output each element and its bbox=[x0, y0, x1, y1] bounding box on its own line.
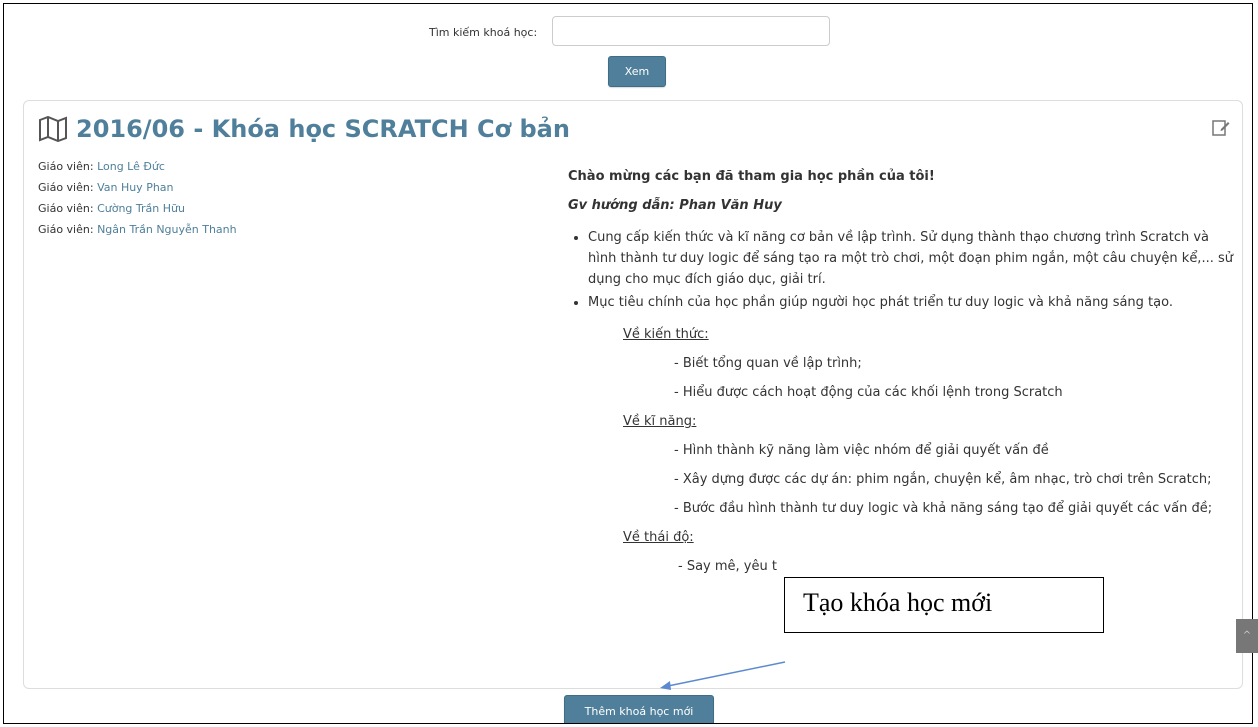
search-input[interactable] bbox=[552, 16, 830, 46]
course-title[interactable]: 2016/06 - Khóa học SCRATCH Cơ bản bbox=[76, 115, 570, 143]
teacher-link[interactable]: Cường Trần Hữu bbox=[97, 202, 185, 215]
list-item: - Hiểu được cách hoạt động của các khối … bbox=[674, 385, 1063, 400]
teacher-link[interactable]: Van Huy Phan bbox=[97, 181, 173, 194]
course-title-row[interactable]: 2016/06 - Khóa học SCRATCH Cơ bản bbox=[38, 115, 570, 143]
list-item: - Xây dựng được các dự án: phim ngắn, ch… bbox=[674, 472, 1212, 487]
callout-label: Tạo khóa học mới bbox=[784, 577, 1104, 633]
welcome-text: Chào mừng các bạn đã tham gia học phần c… bbox=[568, 169, 935, 184]
edit-icon[interactable] bbox=[1212, 119, 1230, 137]
teacher-role: Giáo viên: bbox=[38, 181, 94, 194]
objective-list: Cung cấp kiến thức và kĩ năng cơ bản về … bbox=[568, 227, 1238, 313]
teacher-row: Giáo viên: Ngân Trần Nguyễn Thanh bbox=[38, 219, 237, 240]
knowledge-heading: Về kiến thức: bbox=[623, 327, 709, 342]
teacher-row: Giáo viên: Van Huy Phan bbox=[38, 177, 237, 198]
list-item: - Bước đầu hình thành tư duy logic và kh… bbox=[674, 501, 1213, 516]
search-label: Tìm kiếm khoá học: bbox=[429, 26, 538, 39]
teacher-link[interactable]: Long Lê Đức bbox=[97, 160, 165, 173]
teacher-row: Giáo viên: Cường Trần Hữu bbox=[38, 198, 237, 219]
list-item: Cung cấp kiến thức và kĩ năng cơ bản về … bbox=[588, 227, 1238, 290]
teacher-role: Giáo viên: bbox=[38, 202, 94, 215]
list-item: - Hình thành kỹ năng làm việc nhóm để gi… bbox=[674, 443, 1049, 458]
map-icon bbox=[39, 116, 67, 142]
course-summary: Chào mừng các bạn đã tham gia học phần c… bbox=[568, 161, 1238, 574]
teacher-row: Giáo viên: Long Lê Đức bbox=[38, 156, 237, 177]
teacher-link[interactable]: Ngân Trần Nguyễn Thanh bbox=[97, 223, 237, 236]
list-item: Mục tiêu chính của học phần giúp người h… bbox=[588, 292, 1238, 313]
skills-heading: Về kĩ năng: bbox=[623, 414, 697, 429]
scroll-top-icon[interactable]: ^ bbox=[1236, 619, 1258, 653]
list-item: - Say mê, yêu t bbox=[678, 559, 777, 574]
list-item: - Biết tổng quan về lập trình; bbox=[674, 356, 862, 371]
teacher-role: Giáo viên: bbox=[38, 160, 94, 173]
view-button[interactable]: Xem bbox=[608, 56, 666, 87]
attitude-heading: Về thái độ: bbox=[623, 530, 694, 545]
teacher-list: Giáo viên: Long Lê Đức Giáo viên: Van Hu… bbox=[38, 156, 237, 240]
add-course-button[interactable]: Thêm khoá học mới bbox=[564, 695, 714, 723]
guide-text: Gv hướng dẫn: Phan Văn Huy bbox=[568, 198, 782, 213]
course-search: Tìm kiếm khoá học: bbox=[4, 16, 1252, 48]
teacher-role: Giáo viên: bbox=[38, 223, 94, 236]
